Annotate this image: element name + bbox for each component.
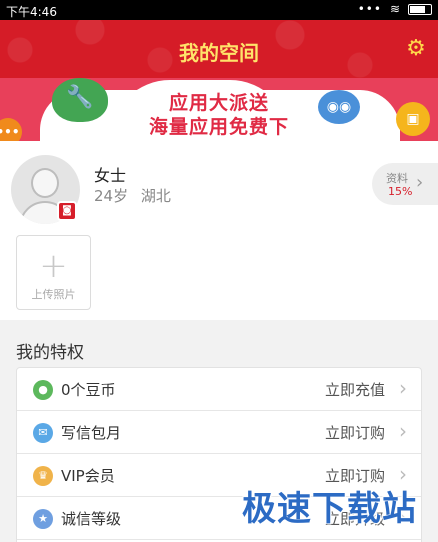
upload-photo-label: 上传照片 (31, 288, 76, 301)
promo-banner[interactable]: 🔧 ◉◉ ▣ ••• 应用大派送 海量应用免费下 (0, 78, 438, 141)
star-icon: ★ (33, 509, 53, 529)
privilege-label: VIP会员 (61, 467, 115, 485)
camera-icon[interactable]: ◙ (57, 201, 77, 221)
user-name: 女士 (94, 166, 127, 185)
user-info: 24岁 湖北 (94, 185, 171, 206)
plus-icon: + (39, 246, 68, 286)
privilege-action: 立即充值 (324, 381, 385, 399)
privilege-action: 立即订购 (324, 424, 385, 442)
banner-subheadline: 海量应用免费下 (148, 116, 289, 138)
site-watermark: 极速下载站 (242, 489, 417, 529)
banner-headline: 应用大派送 (168, 92, 269, 114)
crown-icon: ♛ (33, 466, 53, 486)
profile-completion-percent: 15% (388, 185, 413, 198)
profile-completion-label: 资料 (386, 172, 408, 185)
avatar-head-shape (31, 168, 59, 198)
privilege-label: 0个豆币 (61, 381, 116, 399)
status-icons: ••• ≋ (357, 2, 432, 16)
status-bar: 下午4:46 ••• ≋ (0, 0, 438, 20)
upload-photo-button[interactable]: + 上传照片 (16, 235, 91, 310)
battery-icon (408, 4, 432, 15)
wifi-icon: ≋ (389, 2, 400, 16)
mail-icon: ✉ (33, 423, 53, 443)
page-header: 我的空间 ⚙ (0, 20, 438, 78)
user-age: 24岁 (94, 187, 129, 205)
user-region: 湖北 (140, 187, 171, 205)
privilege-row-mail[interactable]: ✉ 写信包月 立即订购 › (17, 411, 421, 454)
profile-completion-button[interactable]: 资料 15% › (372, 163, 438, 205)
privilege-row-beans[interactable]: ● 0个豆币 立即充值 › (17, 368, 421, 411)
chevron-right-icon: › (399, 376, 407, 400)
settings-gear-icon[interactable]: ⚙ (404, 37, 428, 61)
privilege-label: 诚信等级 (61, 510, 122, 528)
status-time: 下午4:46 (6, 5, 57, 19)
chevron-right-icon: › (416, 172, 424, 193)
chevron-right-icon: › (399, 419, 407, 443)
privilege-label: 写信包月 (61, 424, 122, 442)
page-title: 我的空间 (179, 41, 259, 65)
profile-card: ◙ 女士 24岁 湖北 资料 15% › + 上传照片 (0, 141, 438, 320)
privileges-section-title: 我的特权 (16, 343, 84, 363)
bean-icon: ● (33, 380, 53, 400)
notification-dots-icon: ••• (357, 2, 382, 16)
